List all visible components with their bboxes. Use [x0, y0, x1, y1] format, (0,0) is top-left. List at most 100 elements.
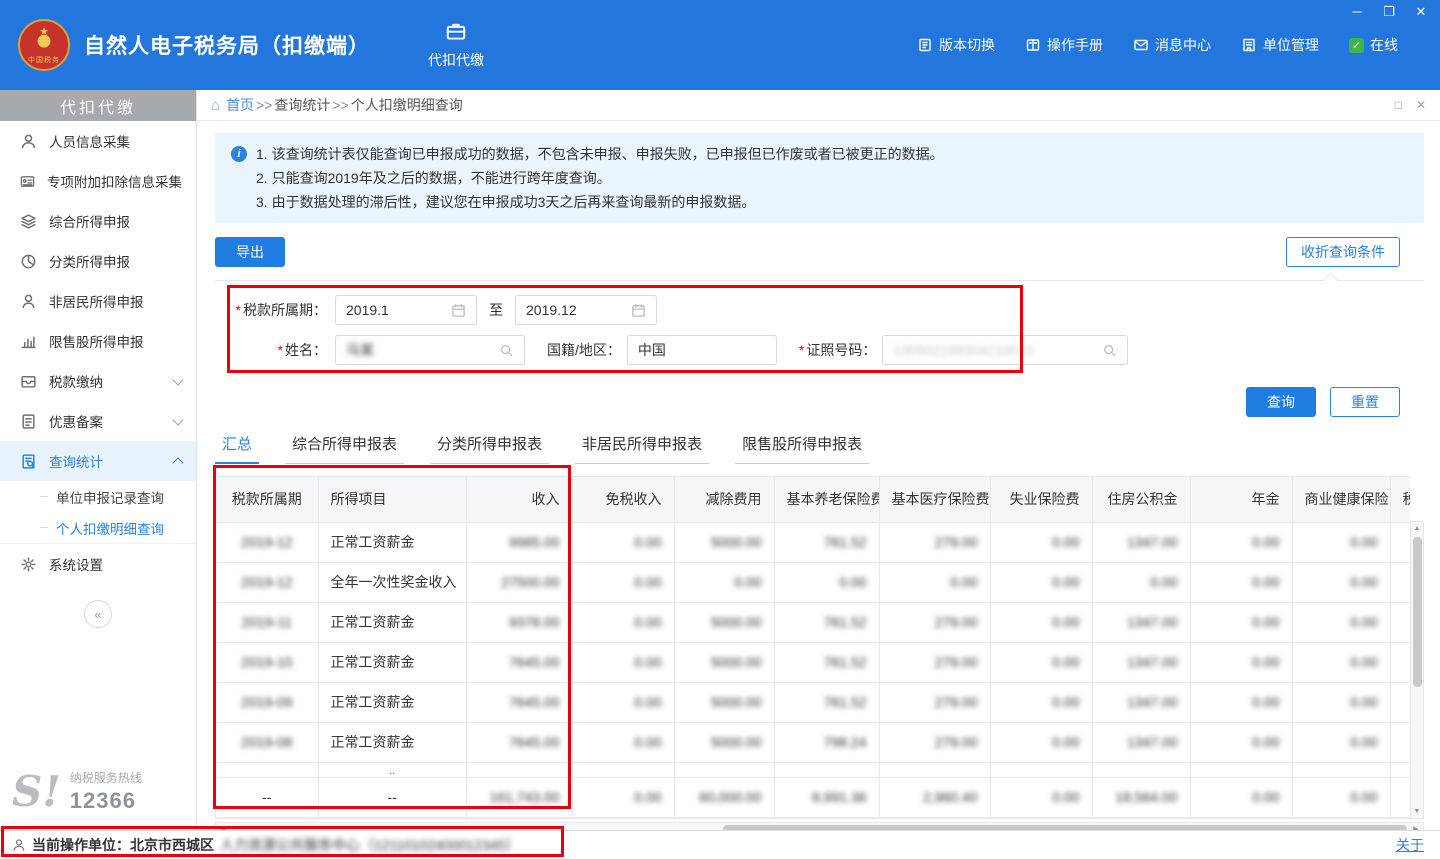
sidebar-item-label: 综合所得申报	[49, 211, 182, 231]
tab-综合所得申报表[interactable]: 综合所得申报表	[285, 433, 404, 464]
calendar-icon	[451, 303, 466, 318]
sidebar-item-优惠备案[interactable]: 优惠备案	[0, 401, 196, 441]
breadcrumb-item[interactable]: 查询统计	[274, 97, 330, 113]
id-number-input[interactable]: 130502199304210015	[882, 335, 1128, 365]
table-row[interactable]: 2019-10正常工资薪金7645.000.005000.00761.52279…	[216, 642, 1410, 682]
sidebar-item-综合所得申报[interactable]: 综合所得申报	[0, 201, 196, 241]
bar-chart-icon	[20, 333, 37, 350]
nationality-input[interactable]: 中国	[627, 335, 777, 365]
query-button[interactable]: 查询	[1246, 387, 1316, 417]
collapse-filters-button[interactable]: 收折查询条件	[1286, 237, 1400, 267]
sidebar-subitem-单位申报记录查询[interactable]: 单位申报记录查询	[0, 481, 196, 512]
toplink-单位管理[interactable]: 单位管理	[1241, 35, 1319, 55]
online-icon: ✓	[1349, 38, 1364, 53]
vertical-scroll-thumb[interactable]	[1413, 537, 1422, 687]
sidebar-subitem-个人扣缴明细查询[interactable]: 个人扣缴明细查询	[0, 512, 196, 543]
search-icon	[1102, 343, 1117, 358]
sidebar-item-系统设置[interactable]: 系统设置	[0, 544, 196, 584]
column-header: 减除费用	[674, 477, 774, 522]
main-panel: ⌂ 首页>>查询统计>>个人扣缴明细查询 □ ✕ i 1. 该查询统计表仅能查询…	[197, 90, 1440, 830]
sidebar-item-税款缴纳[interactable]: 税款缴纳	[0, 361, 196, 401]
person-outline-icon	[20, 293, 37, 310]
sidebar-item-人员信息采集[interactable]: 人员信息采集	[0, 121, 196, 161]
horizontal-scrollbar[interactable]: ◀ ▶	[215, 822, 1424, 831]
chevron-down-icon	[172, 374, 183, 385]
scroll-down-icon[interactable]: ▼	[1411, 805, 1423, 818]
sidebar-item-label: 专项附加扣除信息采集	[47, 171, 182, 191]
drawer-icon	[20, 373, 37, 390]
doc-icon	[20, 413, 37, 430]
tax-bureau-logo: ★ 中国税务	[18, 19, 70, 71]
content-area: i 1. 该查询统计表仅能查询已申报成功的数据，不包含未申报、申报失败，已申报但…	[197, 121, 1440, 830]
column-header: 税	[1390, 477, 1410, 522]
scroll-up-icon[interactable]: ▲	[1411, 522, 1423, 535]
vertical-scrollbar[interactable]: ▲ ▼	[1410, 521, 1424, 819]
table-row[interactable]: 2019-11正常工资薪金9378.000.005000.00761.52279…	[216, 602, 1410, 642]
panel-maximize-icon[interactable]: □	[1395, 98, 1402, 112]
hotline-number: 12366	[70, 788, 142, 814]
tab-分类所得申报表[interactable]: 分类所得申报表	[430, 433, 549, 464]
breadcrumb-separator: >>	[332, 97, 348, 113]
toplink-在线[interactable]: ✓ 在线	[1349, 35, 1398, 55]
column-header: 基本养老保险费	[774, 477, 879, 522]
statusbar: 当前操作单位：北京市西城区 人力资源公共服务中心（121101024000123…	[0, 830, 1440, 859]
sidebar-item-查询统计[interactable]: 查询统计	[0, 441, 196, 481]
sidebar-item-限售股所得申报[interactable]: 限售股所得申报	[0, 321, 196, 361]
search-icon[interactable]	[1102, 343, 1117, 358]
id-number-value: 130502199304210015	[893, 342, 1096, 358]
filter-row-person: *姓名： 马某 国籍/地区： 中国 *证照号码： 130502199304210…	[215, 335, 1424, 365]
column-header: 收入	[466, 477, 572, 522]
restore-icon[interactable]: ❐	[1382, 4, 1396, 20]
toplink-label: 版本切换	[939, 35, 995, 55]
calendar-icon[interactable]	[631, 303, 646, 318]
sidebar: 代扣代缴 人员信息采集专项附加扣除信息采集综合所得申报分类所得申报非居民所得申报…	[0, 90, 197, 830]
sidebar-item-label: 分类所得申报	[49, 251, 182, 271]
breadcrumb-item[interactable]: 首页	[226, 97, 254, 113]
column-header: 税款所属期	[216, 477, 318, 522]
search-icon[interactable]	[499, 343, 514, 358]
table-row[interactable]: 2019-12全年一次性奖金收入27500.000.000.000.000.00…	[216, 562, 1410, 602]
toplink-label: 操作手册	[1047, 35, 1103, 55]
table-row[interactable]: 2019-09正常工资薪金7645.000.005000.00761.52279…	[216, 682, 1410, 722]
sidebar-item-专项附加扣除信息采集[interactable]: 专项附加扣除信息采集	[0, 161, 196, 201]
hotline-block: S! 纳税服务热线 12366	[12, 769, 142, 814]
manual-icon	[1025, 37, 1041, 53]
table-row[interactable]: 2019-08正常工资薪金7645.000.005000.00798.24279…	[216, 722, 1410, 762]
tab-非居民所得申报表[interactable]: 非居民所得申报表	[575, 433, 709, 464]
tab-汇总[interactable]: 汇总	[215, 433, 259, 464]
sidebar-collapse-button[interactable]: «	[84, 600, 112, 628]
about-link[interactable]: 关于	[1396, 835, 1424, 855]
name-input[interactable]: 马某	[335, 335, 525, 365]
period-from-input[interactable]: 2019.1	[335, 295, 477, 325]
export-button[interactable]: 导出	[215, 237, 285, 267]
breadcrumb-item[interactable]: 个人扣缴明细查询	[351, 97, 463, 113]
layers-icon	[20, 213, 37, 230]
sidebar-item-分类所得申报[interactable]: 分类所得申报	[0, 241, 196, 281]
toplink-label: 在线	[1370, 35, 1398, 55]
doc-switch-icon	[917, 37, 933, 53]
toplink-操作手册[interactable]: 操作手册	[1025, 35, 1103, 55]
breadcrumb-separator: >>	[256, 97, 272, 113]
gear-icon	[20, 556, 37, 573]
tab-限售股所得申报表[interactable]: 限售股所得申报表	[735, 433, 869, 464]
toplink-版本切换[interactable]: 版本切换	[917, 35, 995, 55]
table-row[interactable]: 2019-12正常工资薪金9985.000.005000.00761.52279…	[216, 522, 1410, 562]
calendar-icon[interactable]	[451, 303, 466, 318]
minimize-icon[interactable]: ─	[1350, 4, 1364, 20]
pie-icon	[20, 253, 37, 270]
toplink-消息中心[interactable]: 消息中心	[1133, 35, 1211, 55]
reset-button[interactable]: 重置	[1330, 387, 1400, 417]
nationality-label: 国籍/地区：	[547, 340, 621, 360]
panel-close-icon[interactable]: ✕	[1416, 98, 1426, 112]
column-header: 失业保险费	[990, 477, 1092, 522]
topbar-links: 版本切换 操作手册 消息中心 单位管理 ✓ 在线	[917, 35, 1398, 55]
id-label: *证照号码：	[799, 340, 876, 360]
sidebar-item-label: 非居民所得申报	[49, 291, 182, 311]
sidebar-item-非居民所得申报[interactable]: 非居民所得申报	[0, 281, 196, 321]
period-to-input[interactable]: 2019.12	[515, 295, 657, 325]
tab-withholding-module[interactable]: 代扣代缴	[428, 20, 484, 70]
close-icon[interactable]: ✕	[1414, 4, 1428, 20]
app-title: 自然人电子税务局（扣缴端）	[84, 30, 370, 60]
pie-icon	[20, 253, 37, 270]
briefcase-icon	[445, 20, 467, 42]
